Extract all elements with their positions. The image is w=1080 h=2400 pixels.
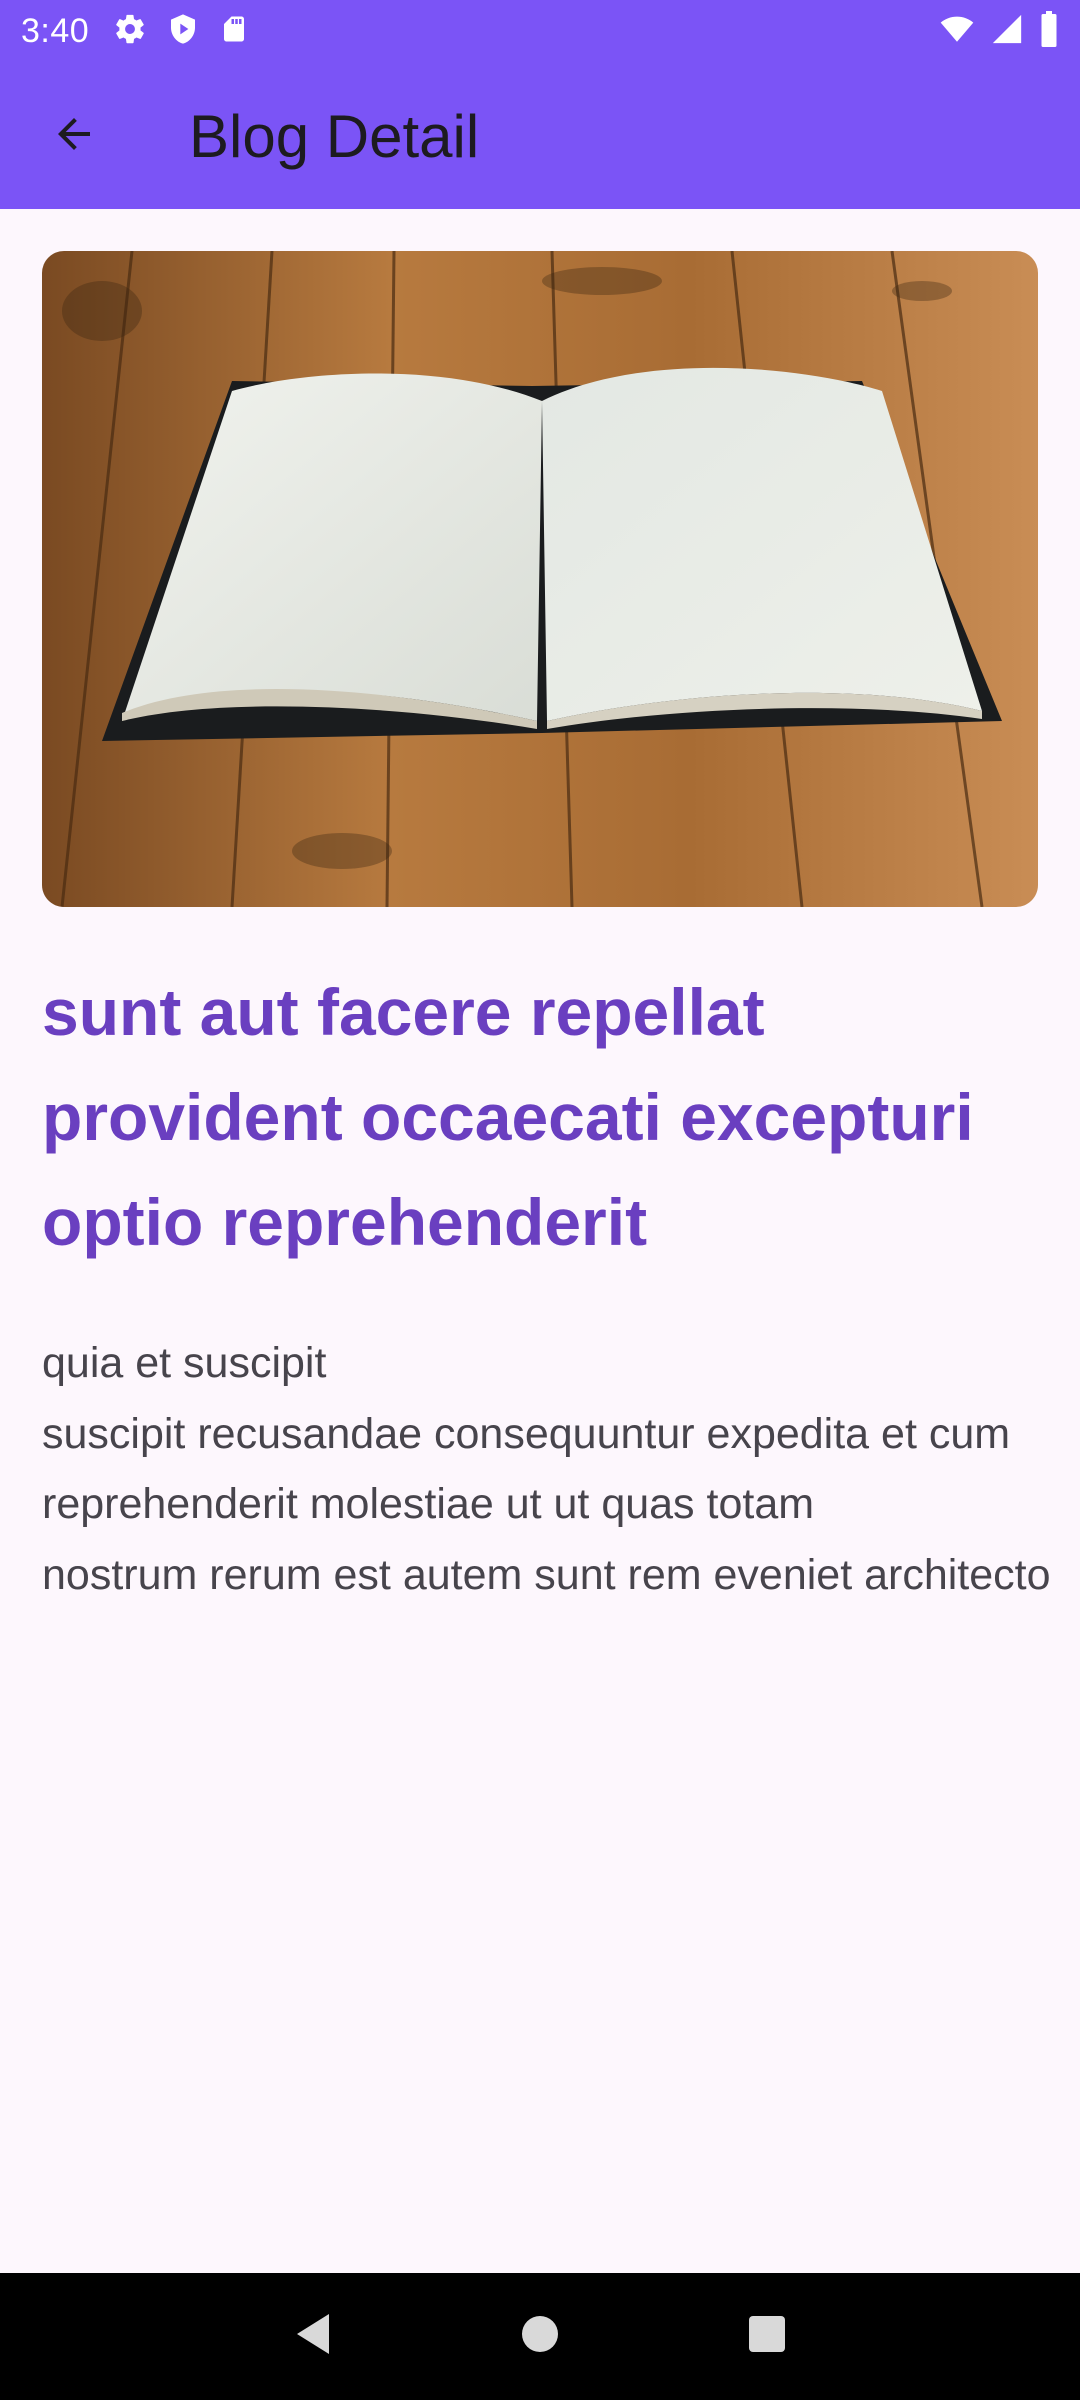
nav-recents-button[interactable] — [727, 2297, 807, 2377]
wifi-icon — [938, 12, 976, 51]
signal-icon — [990, 12, 1024, 51]
status-icons-left — [113, 12, 249, 51]
status-right — [938, 11, 1060, 52]
system-nav-bar — [0, 2273, 1080, 2400]
gear-icon — [113, 12, 147, 51]
shield-icon — [167, 12, 199, 51]
status-left: 3:40 — [21, 12, 249, 51]
back-button[interactable] — [19, 81, 129, 191]
battery-icon — [1038, 11, 1060, 52]
sd-card-icon — [219, 12, 249, 51]
arrow-back-icon — [50, 110, 98, 163]
home-circle-icon — [520, 2314, 560, 2359]
post-title: sunt aut facere repellat provident occae… — [42, 975, 974, 1259]
nav-home-button[interactable] — [500, 2297, 580, 2377]
back-triangle-icon — [293, 2312, 333, 2361]
post-image — [42, 251, 1038, 907]
page-title: Blog Detail — [189, 102, 480, 170]
open-book-illustration — [42, 251, 1038, 907]
recents-square-icon — [747, 2314, 787, 2359]
status-time: 3:40 — [21, 12, 90, 50]
app-bar: Blog Detail — [0, 63, 1080, 209]
status-bar: 3:40 — [0, 0, 1080, 63]
nav-back-button[interactable] — [273, 2297, 353, 2377]
post-body: quia et suscipit suscipit recusandae con… — [42, 1339, 1051, 1599]
